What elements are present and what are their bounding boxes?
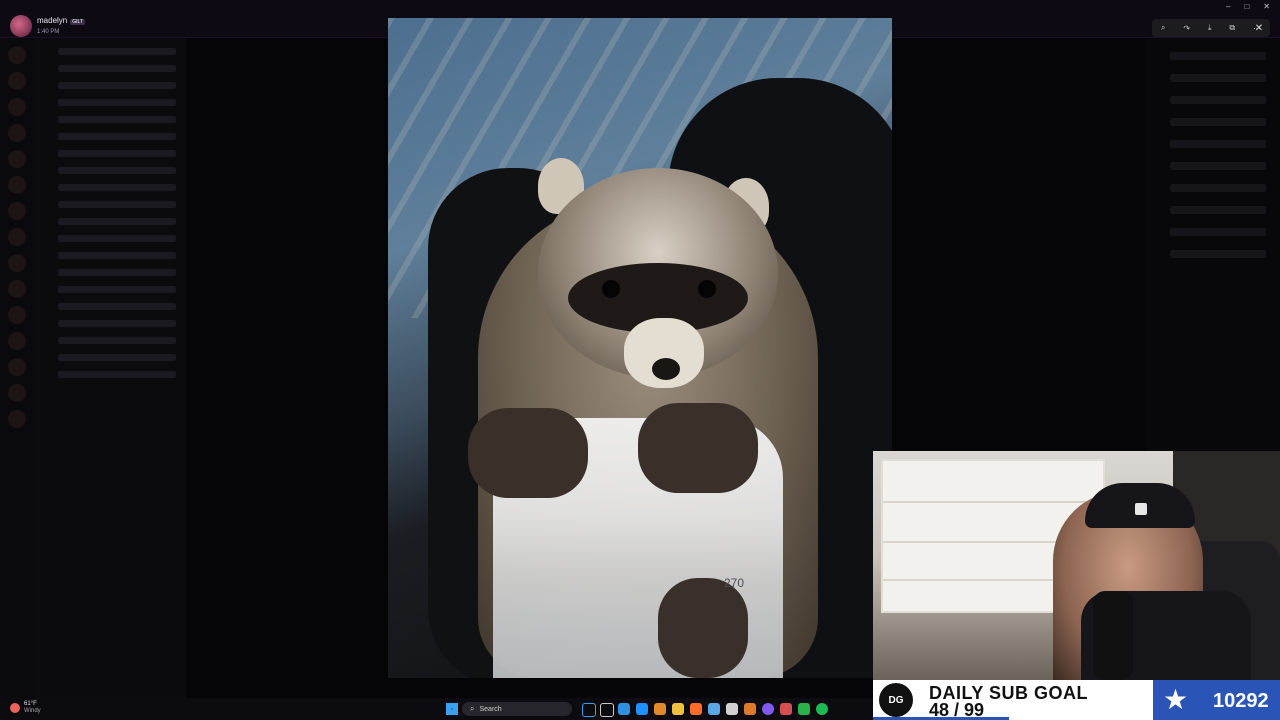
obs-icon[interactable]	[708, 703, 720, 715]
download-icon[interactable]: ⤓	[1208, 23, 1212, 33]
raccoon-paw	[658, 578, 748, 678]
author-name: madelyn	[37, 16, 68, 25]
avatar[interactable]	[10, 14, 32, 37]
folder-icon[interactable]	[672, 703, 684, 715]
firefox-icon[interactable]	[654, 703, 666, 715]
task-view-icon[interactable]	[582, 703, 596, 717]
maximize-icon[interactable]: □	[1244, 2, 1249, 11]
raccoon-eye-left	[602, 280, 620, 298]
store-icon[interactable]	[690, 703, 702, 715]
post-time: 1:40 PM	[37, 29, 60, 35]
share-icon[interactable]: ↷	[1183, 24, 1190, 33]
bottle-measure-mark: 270	[724, 576, 745, 590]
minimize-icon[interactable]: –	[1226, 2, 1230, 11]
raccoon-photo: 270	[388, 18, 892, 678]
zoom-icon[interactable]: ⌕	[1161, 23, 1165, 33]
edge-icon[interactable]	[618, 703, 630, 715]
close-viewer-icon[interactable]: ✕	[1250, 19, 1268, 37]
search-placeholder: Search	[479, 705, 502, 713]
member-list	[1146, 38, 1280, 458]
file-explorer-icon[interactable]	[600, 703, 614, 717]
open-external-icon[interactable]: ⧉	[1229, 23, 1235, 33]
microphone	[1093, 591, 1133, 680]
raccoon-nose	[652, 358, 680, 380]
weather-temp: 61°F	[24, 701, 37, 707]
server-list	[0, 38, 34, 698]
raccoon-eye-right	[698, 280, 716, 298]
channel-list	[34, 38, 186, 698]
app-icon[interactable]	[726, 703, 738, 715]
sub-goal-widget: DG DAILY SUB GOAL 48 / 99 ★ 10292	[873, 680, 1280, 720]
author-tag: GILT	[70, 19, 85, 25]
windows-start-icon[interactable]	[446, 703, 458, 715]
webcam-overlay	[873, 451, 1280, 680]
raccoon-hand-right	[638, 403, 758, 493]
window-controls: – □ ✕	[1226, 2, 1270, 11]
chrome-icon[interactable]	[798, 703, 810, 715]
channel-logo-icon: DG	[879, 683, 913, 717]
browser-icon[interactable]	[636, 703, 648, 715]
weather-widget[interactable]: 61°F Windy	[10, 701, 41, 715]
brave-icon[interactable]	[744, 703, 756, 715]
taskbar: 61°F Windy ⌕ Search	[0, 698, 873, 720]
taskbar-search[interactable]: ⌕ Search	[462, 702, 572, 716]
beanie-logo-icon	[1135, 503, 1147, 515]
close-window-icon[interactable]: ✕	[1263, 2, 1270, 11]
search-icon: ⌕	[470, 704, 475, 713]
discord-icon[interactable]	[762, 703, 774, 715]
streamlabs-icon[interactable]	[780, 703, 792, 715]
sub-total: 10292	[1213, 690, 1269, 712]
sub-total-panel: ★ 10292	[1153, 680, 1280, 720]
weather-desc: Windy	[24, 708, 41, 714]
image-author[interactable]: madelyn GILT 1:40 PM	[10, 14, 85, 37]
raccoon-hand-left	[468, 408, 588, 498]
star-icon: ★	[1163, 684, 1189, 715]
spotify-icon[interactable]	[816, 703, 828, 715]
weather-icon	[10, 703, 20, 713]
